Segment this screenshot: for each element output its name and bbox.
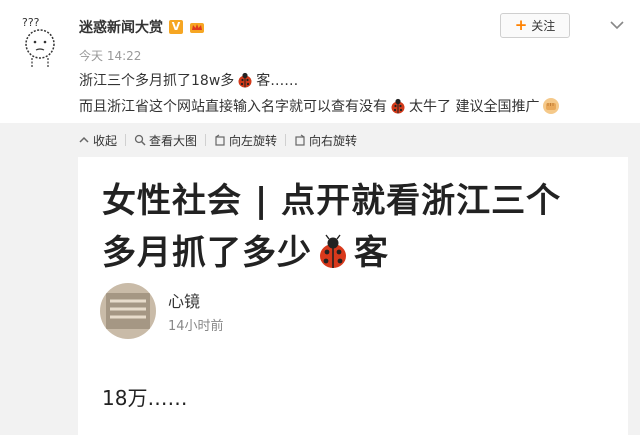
article-title-line-1: 女性社会 | 点开就看浙江三个 (102, 175, 612, 227)
rotate-right-button[interactable]: 向右旋转 (294, 132, 357, 149)
toolbar-divider (205, 134, 207, 146)
article-title-line-2: 多月抓了多少 客 (102, 227, 612, 279)
rotate-left-button[interactable]: 向左旋转 (214, 132, 277, 149)
post-author: 迷惑新闻大赏 V (79, 17, 205, 37)
ladybug-icon (391, 98, 405, 114)
avatar[interactable]: ??? (18, 14, 62, 70)
view-large-label: 查看大图 (149, 133, 198, 148)
article-title-text: 女性社会 | 点开就看浙江三个 (102, 181, 562, 221)
article-title: 女性社会 | 点开就看浙江三个 多月抓了多少 客 (102, 175, 612, 279)
svg-text:???: ??? (22, 16, 40, 29)
post-text-segment: 客…… (256, 73, 299, 89)
post-image[interactable]: 女性社会 | 点开就看浙江三个 多月抓了多少 客 心镜 14小时前 18万…… (78, 157, 628, 435)
image-toolbar: 收起 查看大图 向左旋转 向右旋转 (78, 130, 357, 150)
post-text-line-1: 浙江三个多月抓了18w多 客…… (79, 70, 298, 90)
article-title-text: 客 (354, 233, 389, 273)
ladybug-icon (238, 72, 252, 88)
rotate-left-icon (215, 134, 225, 146)
collapse-button[interactable]: 收起 (78, 132, 117, 149)
chevron-down-icon[interactable] (608, 18, 626, 32)
article-author-name: 心镜 (168, 292, 201, 311)
article-body: 18万…… (102, 386, 188, 410)
author-name[interactable]: 迷惑新闻大赏 (79, 17, 163, 37)
article-time: 14小时前 (168, 319, 224, 334)
rotate-left-label: 向左旋转 (229, 133, 278, 148)
rotate-right-icon (295, 134, 305, 146)
fist-icon (543, 98, 560, 114)
article-author-avatar (100, 283, 156, 339)
post-text-segment: 太牛了 建议全国推广 (409, 99, 540, 115)
post-time[interactable]: 今天 14:22 (79, 47, 141, 64)
article-title-text: 多月抓了多少 (102, 233, 312, 273)
image-viewer: 收起 查看大图 向左旋转 向右旋转 女性社会 | 点开就看浙江三个 多月抓了多少 (0, 123, 640, 435)
collapse-icon (79, 136, 89, 143)
follow-button[interactable]: + 关注 (500, 13, 570, 38)
zoom-icon (134, 134, 146, 146)
view-large-button[interactable]: 查看大图 (134, 132, 197, 149)
toolbar-divider (125, 134, 127, 146)
post-text-line-2: 而且浙江省这个网站直接输入名字就可以查有没有 太牛了 建议全国推广 (79, 96, 560, 116)
post-text-segment: 浙江三个多月抓了18w多 (79, 73, 235, 89)
plus-icon: + (514, 16, 528, 34)
verified-badge: V (169, 20, 183, 34)
toolbar-divider (285, 134, 287, 146)
rotate-right-label: 向右旋转 (309, 133, 358, 148)
weibo-post: ??? 迷惑新闻大赏 V + 关注 今天 14:22 浙江三个多月抓了18w多 … (0, 0, 640, 123)
follow-label: 关注 (531, 19, 556, 33)
ladybug-icon (320, 234, 346, 268)
collapse-label: 收起 (93, 133, 118, 148)
crown-icon (190, 23, 204, 33)
post-text-segment: 而且浙江省这个网站直接输入名字就可以查有没有 (79, 99, 387, 115)
